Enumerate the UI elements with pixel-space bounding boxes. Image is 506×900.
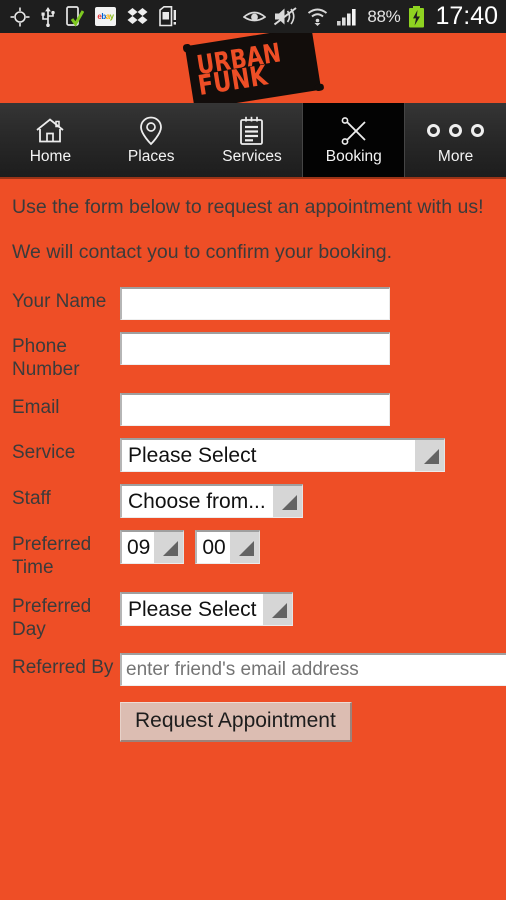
app-screen: ebay 88% 17:40 URBAN FUNK Home Places Se… xyxy=(0,0,506,900)
preferred-time-minute-value: 00 xyxy=(202,536,226,560)
nav-item-places[interactable]: Places xyxy=(101,103,202,177)
form-row-service: Service Please Select xyxy=(12,438,494,473)
nav-label-more: More xyxy=(437,147,474,165)
form-row-referred-by: Referred By xyxy=(12,652,506,686)
label-phone-number: Phone Number xyxy=(12,335,80,381)
status-bar: ebay 88% 17:40 xyxy=(0,0,506,33)
nav-label-booking: Booking xyxy=(325,147,382,165)
chevron-down-icon xyxy=(154,532,184,564)
battery-charging-icon xyxy=(409,5,425,27)
form-row-preferred-time: Preferred Time 09 00 xyxy=(12,530,494,579)
nav-item-more[interactable]: More xyxy=(405,103,506,177)
preferred-day-select-value: Please Select xyxy=(128,597,257,621)
intro-text-primary: Use the form below to request an appoint… xyxy=(12,196,484,218)
map-pin-icon xyxy=(139,116,163,146)
smart-stay-eye-icon xyxy=(243,11,267,22)
chevron-down-icon xyxy=(272,486,302,518)
chevron-down-icon xyxy=(229,532,259,564)
label-email: Email xyxy=(12,397,60,419)
form-row-email: Email xyxy=(12,393,494,427)
phone-connected-icon xyxy=(66,6,84,27)
status-bar-notification-icons: ebay xyxy=(10,6,177,27)
referred-by-input[interactable] xyxy=(120,652,506,686)
preferred-day-select[interactable]: Please Select xyxy=(120,591,294,626)
clock-label: 17:40 xyxy=(435,2,498,30)
staff-select[interactable]: Choose from... xyxy=(120,484,303,519)
booking-page-content: Use the form below to request an appoint… xyxy=(0,179,506,742)
email-input[interactable] xyxy=(120,393,390,427)
usb-icon xyxy=(41,6,55,27)
bottom-tab-bar: Home Places Services Booking More xyxy=(0,103,506,179)
staff-select-value: Choose from... xyxy=(128,490,266,514)
three-circles-icon xyxy=(427,116,485,146)
preferred-time-hour-select[interactable]: 09 xyxy=(120,530,185,565)
chevron-down-icon xyxy=(415,440,444,472)
form-row-name: Your Name xyxy=(12,286,494,320)
label-staff: Staff xyxy=(12,488,51,510)
more-dot-three xyxy=(471,124,485,138)
brand-banner: URBAN FUNK xyxy=(0,33,506,103)
logo-line-two: FUNK xyxy=(195,60,270,103)
battery-percent-label: 88% xyxy=(367,6,401,26)
ebay-icon: ebay xyxy=(95,7,116,26)
name-input[interactable] xyxy=(120,286,390,320)
sd-card-alert-icon xyxy=(159,6,176,27)
more-dot-two xyxy=(449,124,463,138)
phone-input[interactable] xyxy=(120,331,390,365)
cellular-signal-icon xyxy=(337,9,356,26)
submit-row-spacer xyxy=(12,698,120,701)
form-row-preferred-day: Preferred Day Please Select xyxy=(12,591,494,641)
nav-label-places: Places xyxy=(127,147,175,165)
booking-form: Your Name Phone Number Email Service Ple… xyxy=(12,286,506,742)
nav-item-services[interactable]: Services xyxy=(202,103,303,177)
form-row-submit: Request Appointment xyxy=(12,698,494,742)
nav-item-booking[interactable]: Booking xyxy=(302,103,406,177)
form-row-staff: Staff Choose from... xyxy=(12,484,494,519)
request-appointment-button[interactable]: Request Appointment xyxy=(120,701,352,742)
sound-mute-icon xyxy=(274,7,297,26)
scissors-icon xyxy=(339,116,369,146)
status-bar-system-icons: 88% 17:40 xyxy=(243,4,498,29)
nav-label-home: Home xyxy=(29,147,72,165)
chevron-down-icon xyxy=(263,593,293,625)
form-row-phone: Phone Number xyxy=(12,331,494,381)
preferred-time-group: 09 00 xyxy=(120,530,494,565)
label-preferred-day: Preferred Day xyxy=(12,595,92,640)
home-icon xyxy=(35,116,65,146)
label-your-name: Your Name xyxy=(12,290,107,312)
dropbox-icon xyxy=(127,8,148,24)
preferred-time-minute-select[interactable]: 00 xyxy=(195,530,260,565)
label-preferred-time: Preferred Time xyxy=(12,534,92,579)
gps-icon xyxy=(10,7,30,26)
preferred-time-hour-value: 09 xyxy=(127,536,151,560)
service-select[interactable]: Please Select xyxy=(120,438,445,473)
nav-label-services: Services xyxy=(222,147,282,165)
service-select-value: Please Select xyxy=(128,444,257,468)
label-referred-by: Referred By xyxy=(12,656,114,678)
notepad-icon xyxy=(239,116,264,146)
wifi-icon xyxy=(308,8,328,26)
intro-text-secondary: We will contact you to confirm your book… xyxy=(12,240,393,263)
label-service: Service xyxy=(12,442,76,464)
urban-funk-logo[interactable]: URBAN FUNK xyxy=(185,33,321,103)
more-dot-one xyxy=(427,124,441,138)
nav-item-home[interactable]: Home xyxy=(0,103,101,177)
